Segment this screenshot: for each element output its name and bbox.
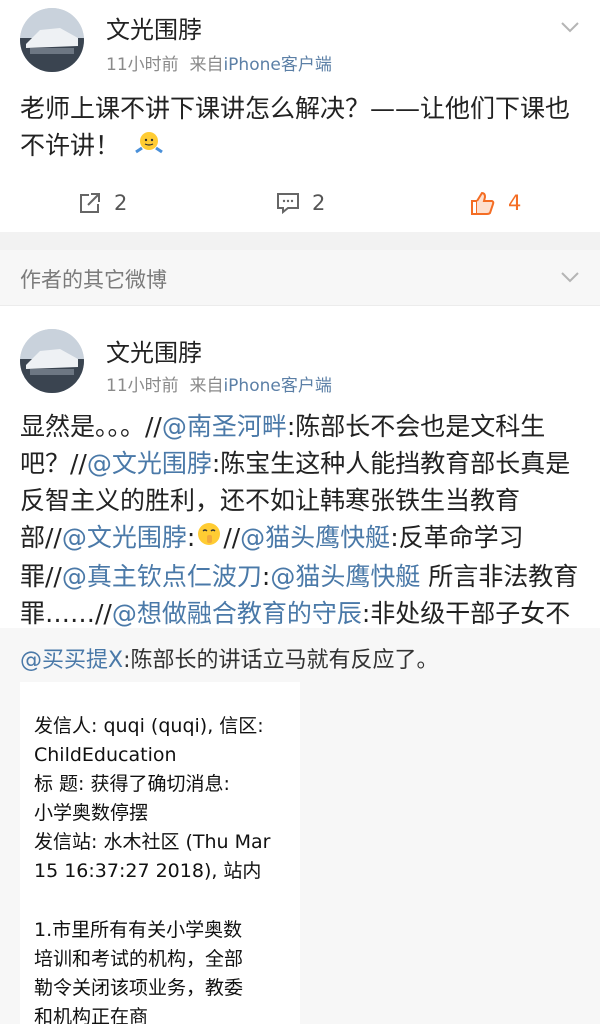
section-title: 作者的其它微博 xyxy=(20,268,167,292)
like-button[interactable]: 4 xyxy=(470,178,521,228)
mention-link[interactable]: @文光围脖 xyxy=(87,449,212,478)
shrug-emoji-icon xyxy=(134,129,164,166)
post-source: iPhone客户端 xyxy=(223,55,332,75)
like-count: 4 xyxy=(508,191,522,215)
post-time: 11小时前 xyxy=(106,55,179,75)
comment-button[interactable]: 2 xyxy=(276,178,325,228)
image-text-line: 发信站: 水木社区 (Thu Mar xyxy=(34,831,271,853)
shush-emoji-icon xyxy=(195,520,223,558)
image-text-line: 1.市里所有有关小学奥数 xyxy=(34,919,243,941)
image-text-line xyxy=(34,886,290,916)
post-text-content: 老师上课不讲下课讲怎么解决？——让他们下课也不许讲！ xyxy=(20,94,571,160)
repost-button[interactable]: 2 xyxy=(78,178,127,228)
other-posts-header[interactable]: 作者的其它微博 xyxy=(0,250,600,306)
image-text-line: 勒令关闭该项业务，教委 xyxy=(34,977,244,999)
mention-link[interactable]: @文光围脖 xyxy=(62,523,187,552)
author-name[interactable]: 文光围脖 xyxy=(106,333,202,368)
post-source: iPhone客户端 xyxy=(223,376,332,396)
mention-link[interactable]: @猫头鹰快艇 xyxy=(270,562,420,591)
share-icon xyxy=(80,193,100,213)
repost-content: :陈部长的讲话立马就有反应了。 xyxy=(123,648,439,673)
post-time: 11小时前 xyxy=(106,376,179,396)
mention-link[interactable]: @猫头鹰快艇 xyxy=(240,523,390,552)
section-gap xyxy=(0,232,600,250)
repost-count: 2 xyxy=(114,191,128,215)
chevron-down-icon[interactable] xyxy=(560,20,580,34)
comment-count: 2 xyxy=(312,191,326,215)
post-1: 文光围脖 11小时前 来自iPhone客户端 老师上课不讲下课讲怎么解决？——让… xyxy=(0,0,600,232)
avatar[interactable] xyxy=(20,329,84,393)
comment-icon xyxy=(277,193,299,215)
post-2: 文光围脖 11小时前 来自iPhone客户端 显然是。。。//@南圣河畔:陈部长… xyxy=(0,307,600,665)
mention-link[interactable]: @想做融合教育的守辰 xyxy=(112,599,362,628)
text-segment: : xyxy=(186,523,196,552)
image-text-line: ChildEducation xyxy=(34,744,177,766)
image-text-line: 培训和考试的机构，全部 xyxy=(34,948,244,970)
image-text-line: 15 16:37:27 2018), 站内 xyxy=(34,860,262,882)
image-text-line: 标 题: 获得了确切消息: xyxy=(34,773,230,795)
mention-link[interactable]: @买买提X xyxy=(20,648,123,673)
mention-link[interactable]: @南圣河畔 xyxy=(162,412,287,441)
repost-card[interactable]: @买买提X:陈部长的讲话立马就有反应了。 发信人: quqi (quqi), 信… xyxy=(0,628,600,1024)
author-name[interactable]: 文光围脖 xyxy=(106,10,202,45)
post-meta: 11小时前 来自iPhone客户端 xyxy=(106,50,332,75)
from-label: 来自 xyxy=(189,376,224,396)
action-bar: 2 2 4 xyxy=(0,178,600,228)
image-text-line: 小学奥数停摆 xyxy=(34,802,149,824)
image-text-line: 和机构正在商 xyxy=(34,1006,149,1024)
text-segment: 显然是。。。// xyxy=(20,412,162,441)
chevron-down-icon[interactable] xyxy=(560,270,580,284)
from-label: 来自 xyxy=(189,55,224,75)
avatar[interactable] xyxy=(20,8,84,72)
mention-link[interactable]: @真主钦点仁波刀 xyxy=(62,562,262,591)
attached-image[interactable]: 发信人: quqi (quqi), 信区: ChildEducation 标 题: … xyxy=(20,682,300,1024)
post-text: 老师上课不讲下课讲怎么解决？——让他们下课也不许讲！ xyxy=(20,90,585,166)
repost-text: @买买提X:陈部长的讲话立马就有反应了。 xyxy=(20,642,439,674)
text-segment: // xyxy=(223,523,241,552)
image-text-line: 发信人: quqi (quqi), 信区: xyxy=(34,715,264,737)
post-meta: 11小时前 来自iPhone客户端 xyxy=(106,371,332,396)
thumbs-up-icon xyxy=(471,191,495,215)
